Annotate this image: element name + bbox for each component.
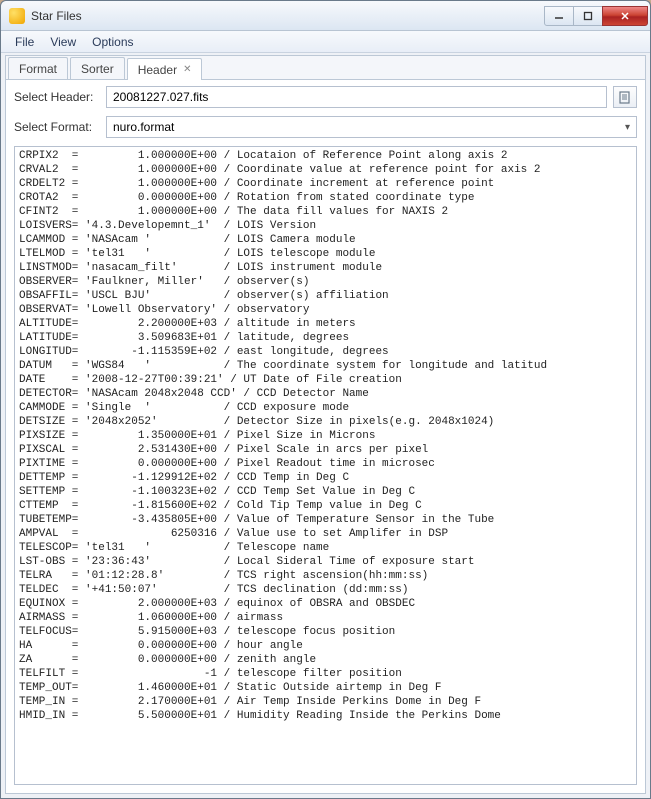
select-header-row: Select Header: — [6, 80, 645, 110]
app-window: Star Files File View Options Format Sort… — [0, 0, 651, 799]
tab-sorter[interactable]: Sorter — [70, 57, 125, 79]
tabbar: Format Sorter Header ✕ — [6, 56, 645, 80]
tab-label: Header — [138, 63, 177, 77]
tab-format[interactable]: Format — [8, 57, 68, 79]
minimize-button[interactable] — [544, 6, 574, 26]
tab-close-icon[interactable]: ✕ — [183, 64, 191, 75]
maximize-icon — [583, 11, 593, 21]
menu-view[interactable]: View — [42, 33, 84, 51]
select-format-value: nuro.format — [113, 120, 174, 134]
select-header-input[interactable] — [106, 86, 607, 108]
menubar: File View Options — [1, 31, 650, 53]
maximize-button[interactable] — [573, 6, 603, 26]
menu-file[interactable]: File — [7, 33, 42, 51]
select-header-label: Select Header: — [14, 90, 100, 104]
close-button[interactable] — [602, 6, 648, 26]
open-file-icon — [618, 90, 632, 104]
menu-options[interactable]: Options — [84, 33, 141, 51]
open-file-button[interactable] — [613, 86, 637, 108]
select-format-label: Select Format: — [14, 120, 100, 134]
select-format-row: Select Format: nuro.format ▾ — [6, 110, 645, 140]
app-icon — [9, 8, 25, 24]
tab-label: Sorter — [81, 62, 114, 76]
close-icon — [620, 11, 630, 21]
tab-label: Format — [19, 62, 57, 76]
header-text-view[interactable]: CRPIX2 = 1.000000E+00 / Locataion of Ref… — [14, 146, 637, 785]
window-controls — [545, 6, 648, 26]
chevron-down-icon: ▾ — [625, 122, 630, 133]
titlebar[interactable]: Star Files — [1, 1, 650, 31]
select-format-combo[interactable]: nuro.format ▾ — [106, 116, 637, 138]
minimize-icon — [554, 11, 564, 21]
tab-header[interactable]: Header ✕ — [127, 58, 203, 80]
content-area: Format Sorter Header ✕ Select Header: Se… — [5, 55, 646, 794]
header-text-content: CRPIX2 = 1.000000E+00 / Locataion of Ref… — [15, 147, 636, 725]
window-title: Star Files — [31, 9, 545, 23]
